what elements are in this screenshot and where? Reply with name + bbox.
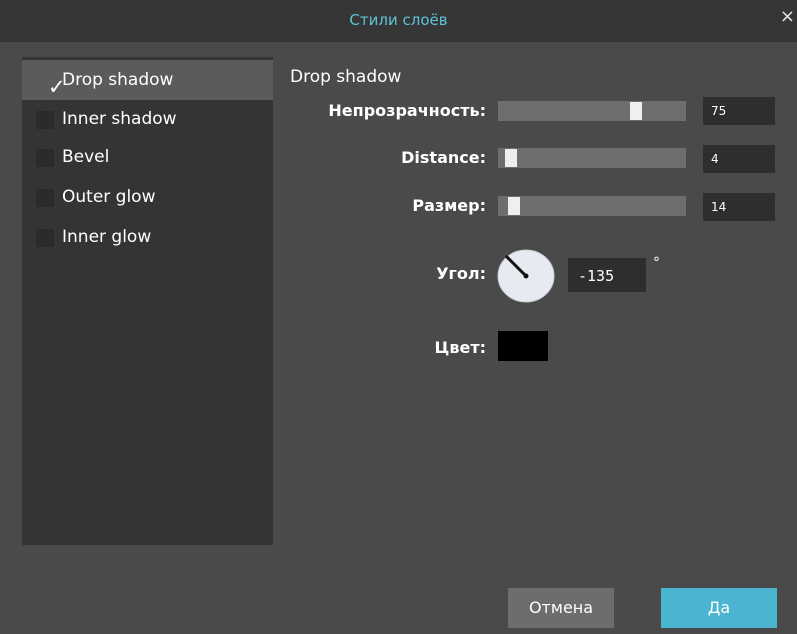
size-label: Размер:: [412, 196, 486, 215]
size-value: 14: [711, 200, 727, 214]
style-item-label: Bevel: [62, 147, 110, 167]
style-item-outer-glow[interactable]: Outer glow: [22, 177, 273, 217]
opacity-label: Непрозрачность:: [328, 101, 486, 120]
dialog-titlebar: Стили слоёв ×: [0, 0, 797, 42]
style-item-inner-shadow[interactable]: Inner shadow: [22, 99, 273, 139]
angle-dial[interactable]: [496, 248, 556, 304]
style-item-bevel[interactable]: Bevel: [22, 137, 273, 177]
size-slider[interactable]: [498, 196, 686, 216]
color-label: Цвет:: [434, 338, 487, 357]
style-item-label: Drop shadow: [62, 70, 174, 90]
angle-input[interactable]: -135: [568, 258, 646, 292]
distance-input[interactable]: 4: [703, 145, 775, 173]
color-swatch[interactable]: [498, 331, 548, 361]
checkbox-inner-glow[interactable]: [36, 229, 54, 247]
dialog-title: Стили слоёв: [349, 11, 448, 29]
style-item-drop-shadow[interactable]: ✓ Drop shadow: [22, 60, 273, 100]
checkbox-bevel[interactable]: [36, 149, 54, 167]
opacity-slider[interactable]: [498, 101, 686, 121]
close-icon[interactable]: ×: [780, 8, 795, 26]
style-item-label: Outer glow: [62, 187, 156, 207]
size-slider-thumb[interactable]: [508, 197, 520, 215]
checkbox-drop-shadow[interactable]: ✓: [36, 72, 66, 98]
cancel-button[interactable]: Отмена: [508, 588, 614, 628]
style-item-inner-glow[interactable]: Inner glow: [22, 217, 273, 257]
distance-label: Distance:: [401, 148, 486, 167]
distance-slider[interactable]: [498, 148, 686, 168]
opacity-slider-thumb[interactable]: [630, 102, 642, 120]
checkbox-outer-glow[interactable]: [36, 189, 54, 207]
angle-value: -135: [578, 267, 615, 285]
opacity-value: 75: [711, 104, 727, 118]
style-item-label: Inner glow: [62, 227, 152, 247]
distance-value: 4: [711, 152, 719, 166]
section-title: Drop shadow: [290, 67, 402, 87]
angle-label: Угол:: [436, 264, 486, 283]
size-input[interactable]: 14: [703, 193, 775, 221]
style-item-label: Inner shadow: [62, 109, 177, 129]
ok-button[interactable]: Да: [661, 588, 777, 628]
checkbox-inner-shadow[interactable]: [36, 111, 54, 129]
opacity-input[interactable]: 75: [703, 97, 775, 125]
distance-slider-thumb[interactable]: [505, 149, 517, 167]
styles-list: ✓ Drop shadow Inner shadow Bevel Outer g…: [22, 57, 273, 545]
degree-unit: °: [653, 255, 660, 271]
